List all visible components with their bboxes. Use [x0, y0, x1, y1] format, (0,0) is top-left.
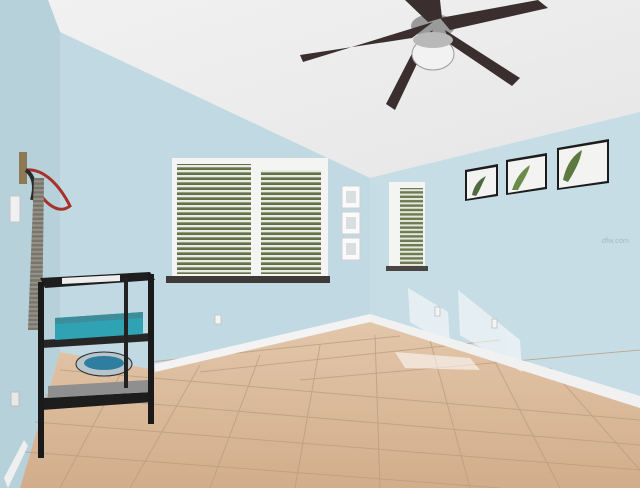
outlet-icon [491, 318, 498, 329]
room-scene [0, 0, 640, 488]
outlet-icon [214, 314, 222, 325]
wall-vent [10, 391, 20, 407]
window-right [386, 182, 428, 271]
light-switch-icon [9, 195, 21, 223]
small-frames [341, 185, 361, 261]
window-sill [166, 276, 330, 283]
framed-print-icon [465, 164, 498, 201]
window-back [166, 158, 330, 283]
watermark-text: dfw.com [602, 238, 630, 245]
outlet-icon [434, 306, 441, 317]
framed-print-icon [506, 153, 547, 195]
